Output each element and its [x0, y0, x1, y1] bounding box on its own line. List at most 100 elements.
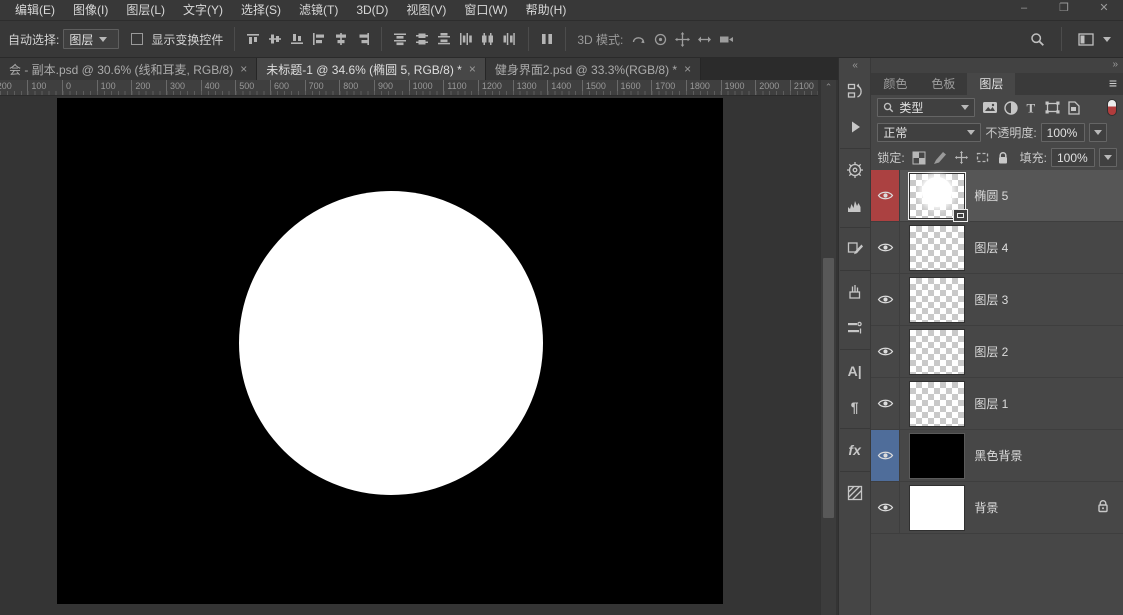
tab-颜色[interactable]: 颜色	[871, 73, 919, 95]
distribute-left-edges-icon[interactable]	[455, 28, 477, 50]
lock-image-pixels-icon[interactable]	[930, 148, 951, 167]
patterns-icon[interactable]	[840, 478, 870, 508]
document-tab[interactable]: 未标题-1 @ 34.6% (椭圆 5, RGB/8) * ×	[257, 58, 486, 80]
menu-item[interactable]: 帮助(H)	[517, 0, 576, 20]
pixel-layer-filter-icon[interactable]	[979, 98, 1000, 117]
panel-menu-icon[interactable]: ≡	[1109, 75, 1117, 91]
lock-all-icon[interactable]	[993, 148, 1014, 167]
orbit-3d-icon[interactable]	[627, 28, 649, 50]
horizontal-ruler[interactable]: 2001000100200300400500600700800900100011…	[0, 80, 818, 96]
opacity-field[interactable]: 100%	[1040, 123, 1085, 142]
visibility-eye-icon[interactable]	[871, 222, 901, 273]
vertical-scrollbar[interactable]: ⌃	[820, 80, 836, 615]
layer-thumbnail[interactable]	[909, 484, 966, 531]
adjustment-layer-filter-icon[interactable]	[1000, 98, 1021, 117]
layer-row[interactable]: 黑色背景	[871, 430, 1123, 482]
layer-name[interactable]: 黑色背景	[974, 447, 1022, 464]
layer-name[interactable]: 图层 1	[974, 395, 1008, 412]
distribute-top-edges-icon[interactable]	[389, 28, 411, 50]
align-horizontal-centers-icon[interactable]	[330, 28, 352, 50]
layer-name[interactable]: 图层 2	[974, 343, 1008, 360]
history-icon[interactable]	[840, 76, 870, 106]
layer-thumbnail[interactable]	[909, 224, 966, 271]
distribute-right-edges-icon[interactable]	[499, 28, 521, 50]
close-tab-icon[interactable]: ×	[684, 62, 691, 76]
show-transform-checkbox[interactable]	[131, 33, 144, 45]
distribute-horizontal-centers-icon[interactable]	[477, 28, 499, 50]
search-icon[interactable]	[1026, 28, 1048, 50]
type-layer-filter-icon[interactable]: T	[1021, 98, 1042, 117]
tab-图层[interactable]: 图层	[967, 73, 1016, 95]
layer-filter-toggle[interactable]	[1107, 99, 1117, 116]
menu-item[interactable]: 图像(I)	[64, 0, 117, 20]
menu-item[interactable]: 视图(V)	[397, 0, 455, 20]
histogram-icon[interactable]	[840, 191, 870, 221]
menu-item[interactable]: 3D(D)	[347, 0, 397, 20]
layer-thumbnail[interactable]	[908, 171, 969, 222]
layer-row[interactable]: 图层 1	[871, 378, 1123, 430]
ellipse-shape[interactable]	[239, 191, 543, 495]
styles-icon[interactable]: fx	[840, 435, 870, 465]
menu-item[interactable]: 滤镜(T)	[290, 0, 347, 20]
visibility-eye-icon[interactable]	[871, 170, 901, 221]
layer-thumbnail[interactable]	[909, 276, 966, 323]
character-icon[interactable]: A|	[840, 356, 870, 386]
distribute-vertical-centers-icon[interactable]	[411, 28, 433, 50]
workspace-chevron-icon[interactable]	[1103, 36, 1111, 42]
layer-row[interactable]: 椭圆 5	[871, 170, 1123, 222]
visibility-eye-icon[interactable]	[871, 326, 901, 377]
expand-panels-icon[interactable]: »	[1112, 59, 1117, 70]
roll-3d-icon[interactable]	[649, 28, 671, 50]
layer-row[interactable]: 图层 4	[871, 222, 1123, 274]
slide-3d-icon[interactable]	[693, 28, 715, 50]
collapse-panels-icon[interactable]: «	[839, 58, 870, 73]
menu-item[interactable]: 文字(Y)	[174, 0, 232, 20]
lock-position-icon[interactable]	[951, 148, 972, 167]
close-tab-icon[interactable]: ×	[240, 62, 247, 76]
pan-3d-icon[interactable]	[671, 28, 693, 50]
auto-select-dropdown[interactable]: 图层	[63, 29, 120, 49]
canvas[interactable]	[57, 98, 723, 604]
align-bottom-edges-icon[interactable]	[286, 28, 308, 50]
layer-row[interactable]: 背景	[871, 482, 1123, 534]
close-icon[interactable]: ✕	[1091, 2, 1117, 16]
distribute-spacing-icon[interactable]	[536, 28, 558, 50]
brush-settings-icon[interactable]	[840, 277, 870, 307]
layer-row[interactable]: 图层 2	[871, 326, 1123, 378]
notes-icon[interactable]	[840, 234, 870, 264]
document-viewport[interactable]	[0, 96, 818, 615]
shape-layer-filter-icon[interactable]	[1042, 98, 1063, 117]
lock-artboard-icon[interactable]	[972, 148, 993, 167]
menu-item[interactable]: 图层(L)	[117, 0, 174, 20]
navigator-icon[interactable]	[840, 155, 870, 185]
scrollbar-thumb[interactable]	[823, 258, 834, 518]
close-tab-icon[interactable]: ×	[469, 62, 476, 76]
align-right-edges-icon[interactable]	[352, 28, 374, 50]
layer-thumbnail[interactable]	[909, 328, 966, 375]
filter-type-dropdown[interactable]: 类型	[877, 98, 976, 117]
maximize-icon[interactable]: ❐	[1051, 2, 1077, 16]
blend-mode-dropdown[interactable]: 正常	[877, 123, 982, 142]
layer-thumbnail[interactable]	[909, 380, 966, 427]
camera-3d-icon[interactable]	[715, 28, 737, 50]
menu-item[interactable]: 窗口(W)	[455, 0, 516, 20]
document-tab[interactable]: 健身界面2.psd @ 33.3%(RGB/8) * ×	[485, 58, 702, 80]
document-tab[interactable]: 会 - 副本.psd @ 30.6% (线和耳麦, RGB/8) ×	[0, 58, 258, 80]
distribute-bottom-edges-icon[interactable]	[433, 28, 455, 50]
menu-item[interactable]: 编辑(E)	[6, 0, 64, 20]
menu-item[interactable]: 选择(S)	[232, 0, 290, 20]
align-vertical-centers-icon[interactable]	[264, 28, 286, 50]
fill-field[interactable]: 100%	[1051, 148, 1095, 167]
lock-transparent-pixels-icon[interactable]	[909, 148, 930, 167]
smart-object-filter-icon[interactable]	[1063, 98, 1084, 117]
layer-name[interactable]: 椭圆 5	[974, 187, 1008, 204]
visibility-eye-icon[interactable]	[871, 378, 901, 429]
align-top-edges-icon[interactable]	[242, 28, 264, 50]
align-left-edges-icon[interactable]	[308, 28, 330, 50]
tool-presets-icon[interactable]	[840, 313, 870, 343]
visibility-eye-icon[interactable]	[871, 482, 901, 533]
scroll-up-icon[interactable]: ⌃	[821, 80, 836, 95]
tab-色板[interactable]: 色板	[919, 73, 967, 95]
layer-name[interactable]: 背景	[974, 499, 998, 516]
workspace-icon[interactable]	[1075, 28, 1097, 50]
